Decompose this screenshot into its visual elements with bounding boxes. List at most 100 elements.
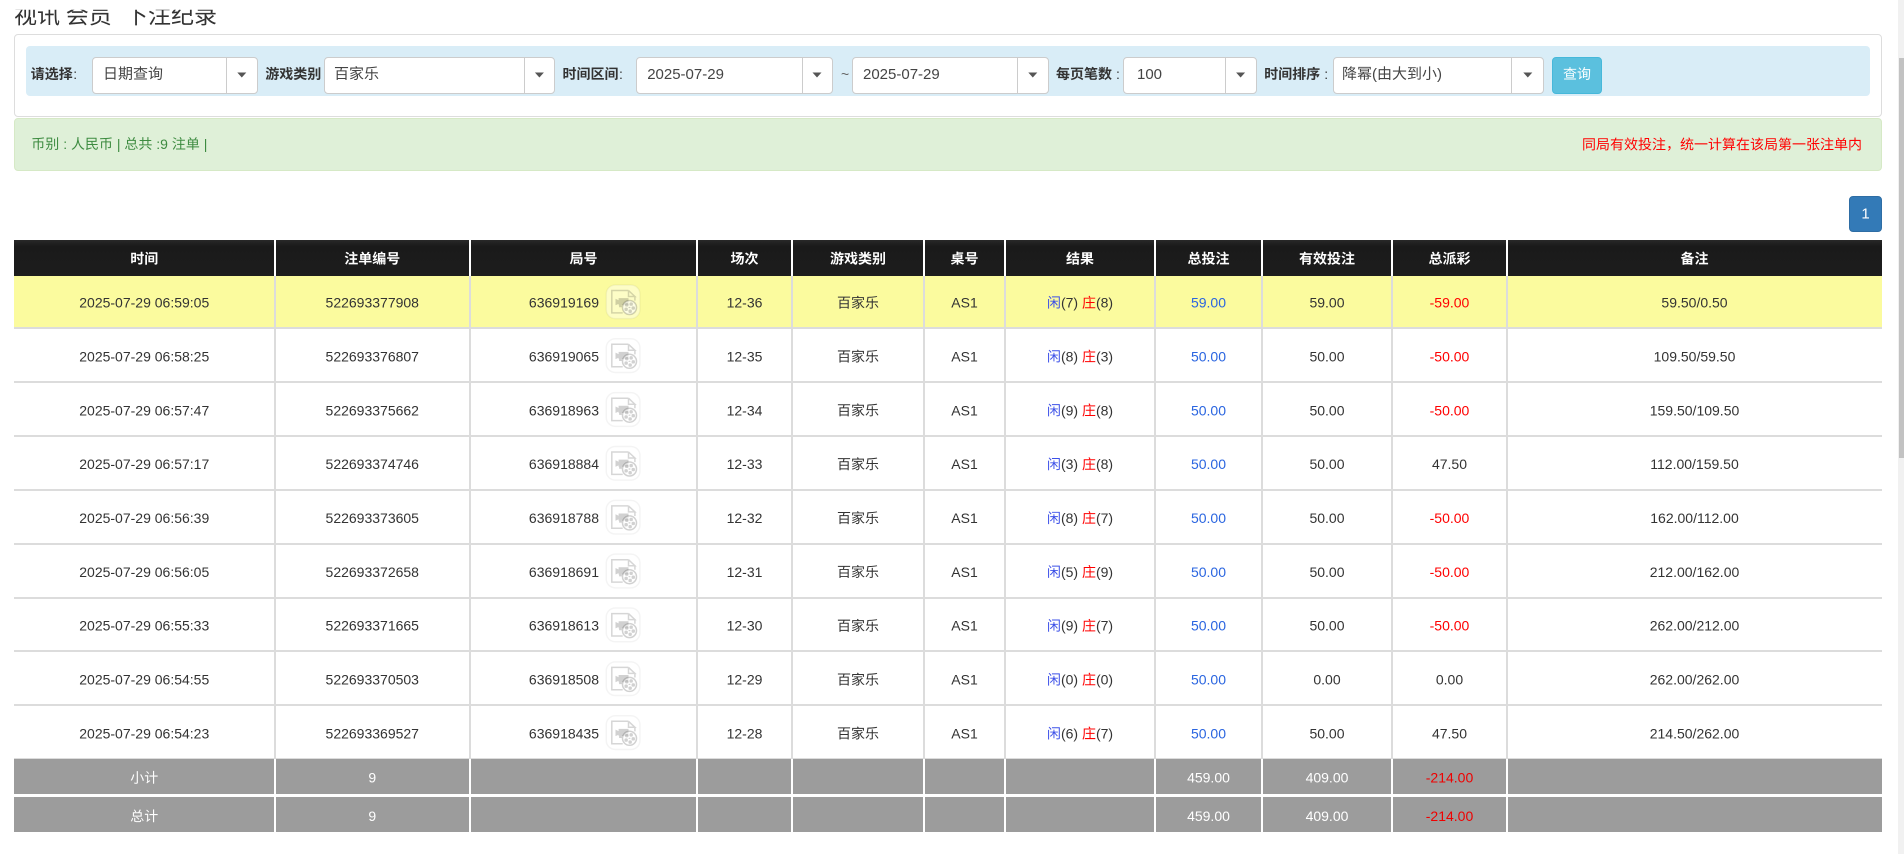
svg-text:(0): (0) bbox=[1096, 672, 1113, 688]
svg-text:59.00: 59.00 bbox=[1309, 295, 1344, 311]
svg-text:(6): (6) bbox=[1061, 725, 1078, 741]
svg-text:(9): (9) bbox=[1096, 564, 1113, 580]
svg-text:50.00: 50.00 bbox=[1191, 725, 1226, 741]
svg-text:522693377908: 522693377908 bbox=[326, 295, 420, 311]
svg-text:-50.00: -50.00 bbox=[1430, 564, 1470, 580]
svg-text:50.00: 50.00 bbox=[1191, 510, 1226, 526]
svg-text:): ) bbox=[1437, 66, 1442, 83]
svg-text:459.00: 459.00 bbox=[1187, 770, 1230, 786]
svg-text:(7): (7) bbox=[1096, 725, 1113, 741]
svg-text:AS1: AS1 bbox=[951, 295, 978, 311]
svg-text:12-35: 12-35 bbox=[727, 348, 763, 364]
svg-text:-50.00: -50.00 bbox=[1430, 510, 1470, 526]
svg-text:50.00: 50.00 bbox=[1191, 402, 1226, 418]
svg-text:AS1: AS1 bbox=[951, 348, 978, 364]
svg-text:636918508: 636918508 bbox=[529, 672, 599, 688]
svg-text:50.00: 50.00 bbox=[1309, 348, 1344, 364]
svg-text:-50.00: -50.00 bbox=[1430, 402, 1470, 418]
svg-text:636918884: 636918884 bbox=[529, 456, 599, 472]
svg-text:636919169: 636919169 bbox=[529, 295, 599, 311]
svg-text:AS1: AS1 bbox=[951, 725, 978, 741]
svg-text:(3): (3) bbox=[1096, 348, 1113, 364]
svg-text:112.00/159.50: 112.00/159.50 bbox=[1650, 456, 1739, 472]
svg-text:12-30: 12-30 bbox=[727, 618, 763, 634]
svg-text:1: 1 bbox=[1861, 206, 1869, 223]
svg-text:50.00: 50.00 bbox=[1309, 564, 1344, 580]
svg-text:12-28: 12-28 bbox=[727, 725, 763, 741]
svg-text:-50.00: -50.00 bbox=[1430, 348, 1470, 364]
svg-text::: : bbox=[63, 136, 67, 152]
svg-text:159.50/109.50: 159.50/109.50 bbox=[1650, 402, 1740, 418]
svg-text:636918691: 636918691 bbox=[529, 564, 599, 580]
svg-text:636918788: 636918788 bbox=[529, 510, 599, 526]
svg-text:-50.00: -50.00 bbox=[1430, 618, 1470, 634]
svg-text:522693375662: 522693375662 bbox=[326, 402, 420, 418]
svg-text:2025-07-29 06:54:55: 2025-07-29 06:54:55 bbox=[79, 672, 209, 688]
svg-text:109.50/59.50: 109.50/59.50 bbox=[1654, 348, 1736, 364]
svg-text:9: 9 bbox=[368, 770, 376, 786]
svg-text:(8): (8) bbox=[1096, 456, 1113, 472]
svg-text:262.00/262.00: 262.00/262.00 bbox=[1650, 672, 1740, 688]
svg-text:(8): (8) bbox=[1096, 402, 1113, 418]
svg-text:522693372658: 522693372658 bbox=[326, 564, 420, 580]
svg-text:2025-07-29 06:55:33: 2025-07-29 06:55:33 bbox=[79, 618, 209, 634]
svg-text:100: 100 bbox=[1137, 66, 1162, 83]
svg-text:12-33: 12-33 bbox=[727, 456, 763, 472]
svg-text:12-31: 12-31 bbox=[727, 564, 763, 580]
svg-text::: : bbox=[619, 66, 623, 82]
svg-text:47.50: 47.50 bbox=[1432, 725, 1467, 741]
svg-text:50.00: 50.00 bbox=[1309, 510, 1344, 526]
svg-text:50.00: 50.00 bbox=[1309, 456, 1344, 472]
svg-text:59.50/0.50: 59.50/0.50 bbox=[1661, 295, 1727, 311]
svg-text:522693373605: 522693373605 bbox=[326, 510, 420, 526]
svg-text:12-36: 12-36 bbox=[727, 295, 763, 311]
svg-text:59.00: 59.00 bbox=[1191, 295, 1226, 311]
svg-text:50.00: 50.00 bbox=[1191, 564, 1226, 580]
svg-text:2025-07-29: 2025-07-29 bbox=[863, 66, 940, 83]
svg-text:(9): (9) bbox=[1061, 618, 1078, 634]
svg-text:AS1: AS1 bbox=[951, 456, 978, 472]
svg-text:522693371665: 522693371665 bbox=[326, 618, 420, 634]
svg-text:636919065: 636919065 bbox=[529, 348, 599, 364]
svg-text:AS1: AS1 bbox=[951, 402, 978, 418]
svg-text:(9): (9) bbox=[1061, 402, 1078, 418]
svg-text:0.00: 0.00 bbox=[1313, 672, 1340, 688]
svg-text:(8): (8) bbox=[1061, 348, 1078, 364]
svg-text:2025-07-29 06:54:23: 2025-07-29 06:54:23 bbox=[79, 725, 209, 741]
svg-text:(7): (7) bbox=[1096, 618, 1113, 634]
svg-text::9: :9 bbox=[156, 136, 168, 152]
svg-text:12-34: 12-34 bbox=[727, 402, 763, 418]
svg-text:212.00/162.00: 212.00/162.00 bbox=[1650, 564, 1740, 580]
svg-text:(3): (3) bbox=[1061, 456, 1078, 472]
svg-text:262.00/212.00: 262.00/212.00 bbox=[1650, 618, 1740, 634]
svg-text:-59.00: -59.00 bbox=[1430, 295, 1470, 311]
svg-text:50.00: 50.00 bbox=[1191, 618, 1226, 634]
svg-text::: : bbox=[1324, 66, 1328, 82]
svg-text:-214.00: -214.00 bbox=[1426, 808, 1474, 824]
svg-text:2025-07-29 06:57:17: 2025-07-29 06:57:17 bbox=[79, 456, 209, 472]
svg-text:636918435: 636918435 bbox=[529, 725, 599, 741]
svg-text:AS1: AS1 bbox=[951, 564, 978, 580]
svg-text:AS1: AS1 bbox=[951, 618, 978, 634]
svg-text:|: | bbox=[204, 136, 208, 152]
svg-text:|: | bbox=[117, 136, 121, 152]
svg-text:2025-07-29 06:59:05: 2025-07-29 06:59:05 bbox=[79, 295, 209, 311]
svg-text:459.00: 459.00 bbox=[1187, 808, 1230, 824]
svg-text:(7): (7) bbox=[1096, 510, 1113, 526]
svg-text:(7): (7) bbox=[1061, 295, 1078, 311]
svg-text:50.00: 50.00 bbox=[1309, 402, 1344, 418]
svg-text:AS1: AS1 bbox=[951, 672, 978, 688]
svg-text:-214.00: -214.00 bbox=[1426, 770, 1474, 786]
svg-text:2025-07-29: 2025-07-29 bbox=[647, 66, 724, 83]
svg-text:12-29: 12-29 bbox=[727, 672, 763, 688]
svg-text:50.00: 50.00 bbox=[1309, 618, 1344, 634]
svg-text:50.00: 50.00 bbox=[1191, 348, 1226, 364]
svg-text:0.00: 0.00 bbox=[1436, 672, 1463, 688]
svg-text:~: ~ bbox=[841, 66, 849, 82]
svg-text:12-32: 12-32 bbox=[727, 510, 763, 526]
svg-text:636918963: 636918963 bbox=[529, 402, 599, 418]
svg-text:(8): (8) bbox=[1096, 295, 1113, 311]
svg-text:2025-07-29 06:56:05: 2025-07-29 06:56:05 bbox=[79, 564, 209, 580]
svg-text::: : bbox=[73, 66, 77, 82]
svg-text:522693376807: 522693376807 bbox=[326, 348, 420, 364]
